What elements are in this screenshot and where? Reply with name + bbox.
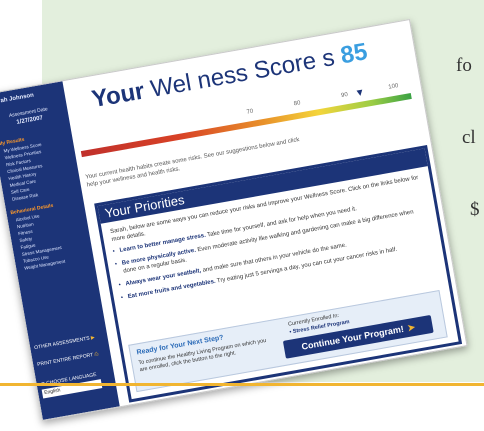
other-assessments-link[interactable]: OTHER ASSESSMENTS ▶ (34, 335, 95, 352)
side-text-line: fo (456, 55, 472, 76)
arrow-right-icon: ➤ (406, 321, 416, 334)
priority-item[interactable]: Eat more fruits and vegetables. Try eati… (127, 239, 434, 301)
title-your: Your (89, 77, 147, 114)
print-report-label: PRINT ENTIRE REPORT (36, 352, 94, 368)
side-text-line: cl (462, 127, 476, 148)
user-name: Sarah Johnson (0, 92, 35, 106)
tick-label: 70 (246, 108, 254, 116)
tick-label: 80 (293, 100, 302, 108)
tick-label: 90 (340, 91, 349, 100)
other-assessments-label: OTHER ASSESSMENTS (33, 335, 91, 352)
side-text: fo cl $ (456, 6, 480, 246)
wellness-score-value: 85 (338, 38, 370, 70)
results-list: My Wellness Score Wellness Priorities Ri… (3, 142, 51, 204)
arrow-right-icon: ▶ (90, 334, 96, 342)
score-marker-icon: ▼ (354, 87, 366, 100)
main-content: Your Wel ness Score s 85 70 80 90 100 ▼ … (68, 20, 466, 405)
language-value: English (43, 387, 61, 397)
title-s: s (320, 43, 337, 73)
tick-label: 100 (387, 83, 399, 91)
print-report-link[interactable]: PRINT ENTIRE REPORT ⎙ (37, 351, 99, 368)
accent-divider (0, 383, 484, 386)
printer-icon: ⎙ (93, 351, 99, 358)
side-text-line: $ (470, 199, 480, 220)
behavioral-list: Alcohol Use Nutrition Fitness Safety Fat… (15, 210, 66, 272)
